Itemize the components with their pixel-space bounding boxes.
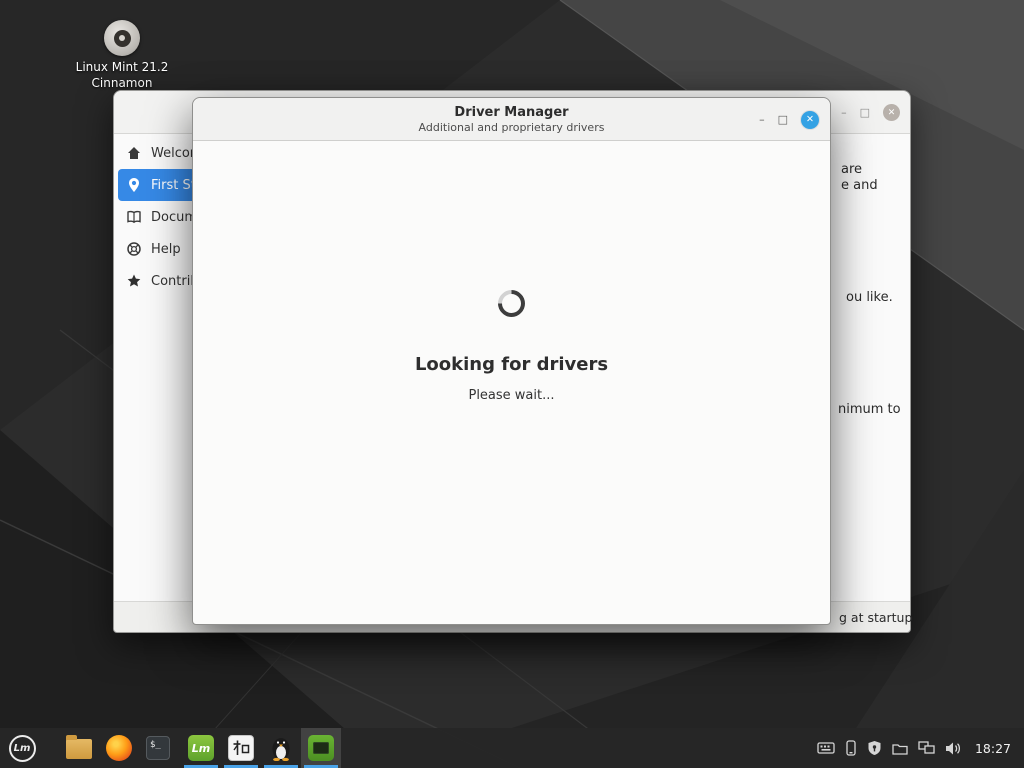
taskbar: Lm $_ Lm — [0, 728, 1024, 768]
welcome-text-fragment: nimum to — [838, 402, 901, 417]
loading-spinner-icon — [492, 284, 530, 322]
startup-checkbox-label-fragment[interactable]: g at startup — [839, 610, 912, 625]
desktop-icon-label: Linux Mint 21.2 Cinnamon — [62, 60, 182, 91]
close-button[interactable]: ✕ — [801, 111, 819, 129]
book-icon — [126, 209, 142, 225]
firefox-launcher-icon[interactable] — [106, 735, 132, 761]
driver-manager-content: Looking for drivers Please wait... — [193, 141, 830, 624]
driver-manager-window: Driver Manager Additional and proprietar… — [192, 97, 831, 625]
window-list: Lm — [181, 728, 341, 768]
welcome-text-fragment: ou like. — [846, 290, 893, 305]
driver-manager-titlebar[interactable]: Driver Manager Additional and proprietar… — [193, 98, 830, 141]
welcome-text-fragment: e and — [841, 178, 878, 193]
taskbar-window-input-method[interactable] — [221, 728, 261, 768]
window-title: Driver Manager — [454, 105, 568, 120]
system-tray: 18:27 — [817, 740, 1024, 756]
taskbar-window-welcome[interactable]: Lm — [181, 728, 221, 768]
mint-menu-button[interactable]: Lm — [0, 728, 44, 768]
sidebar-item-label: Help — [151, 242, 181, 257]
driver-manager-app-icon — [308, 735, 334, 761]
taskbar-window-driver-manager[interactable] — [301, 728, 341, 768]
maximize-button[interactable]: □ — [778, 114, 788, 125]
disc-icon — [104, 20, 140, 56]
sharing-tray-icon[interactable] — [892, 742, 908, 755]
welcome-text-fragment: are — [841, 162, 862, 177]
files-launcher-icon[interactable] — [66, 739, 92, 759]
desktop-icon-linux-mint-iso[interactable]: Linux Mint 21.2 Cinnamon — [62, 20, 182, 91]
keyboard-tray-icon[interactable] — [817, 741, 835, 755]
volume-tray-icon[interactable] — [945, 741, 961, 756]
shield-tray-icon[interactable] — [867, 740, 882, 756]
mint-logo-icon: Lm — [9, 735, 36, 762]
maximize-button[interactable]: □ — [860, 107, 870, 118]
map-pin-icon — [126, 177, 142, 193]
window-subtitle: Additional and proprietary drivers — [419, 121, 605, 134]
home-icon — [126, 145, 142, 161]
terminal-launcher-icon[interactable]: $_ — [146, 736, 170, 760]
mint-welcome-icon: Lm — [188, 735, 214, 761]
input-method-icon — [228, 735, 254, 761]
device-tray-icon[interactable] — [845, 740, 857, 756]
minimize-button[interactable]: – — [841, 107, 847, 118]
minimize-button[interactable]: – — [759, 114, 765, 125]
status-text: Please wait... — [468, 388, 554, 403]
network-tray-icon[interactable] — [918, 741, 935, 755]
taskbar-window-tux-app[interactable] — [261, 728, 301, 768]
status-heading: Looking for drivers — [415, 354, 608, 375]
close-button[interactable]: ✕ — [883, 104, 900, 121]
star-icon — [126, 273, 142, 289]
penguin-icon — [270, 735, 292, 761]
help-icon — [126, 241, 142, 257]
clock[interactable]: 18:27 — [975, 741, 1011, 756]
